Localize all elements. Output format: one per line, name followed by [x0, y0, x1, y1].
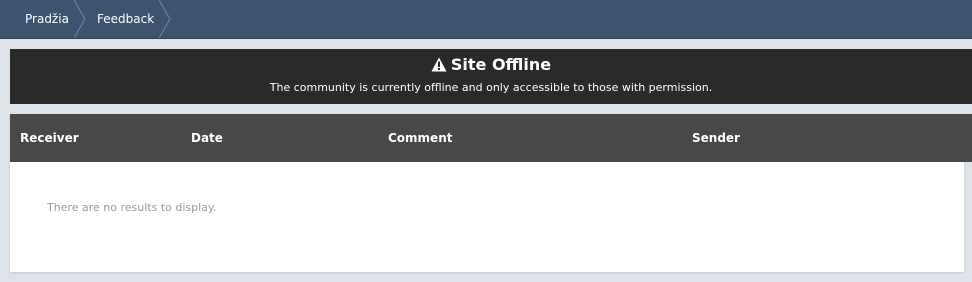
breadcrumb-item-feedback[interactable]: Feedback [97, 0, 154, 38]
breadcrumb: Pradžia Feedback [0, 0, 972, 39]
offline-title-text: Site Offline [450, 55, 552, 74]
empty-results-message: There are no results to display. [47, 201, 217, 214]
feedback-table: Receiver Date Comment Sender There are n… [10, 114, 964, 272]
offline-message: The community is currently offline and o… [269, 81, 713, 94]
warning-icon [431, 57, 447, 72]
breadcrumb-separator [159, 0, 171, 38]
offline-title: Site Offline [10, 54, 972, 76]
column-header-comment[interactable]: Comment [388, 114, 452, 162]
column-header-receiver[interactable]: Receiver [20, 114, 79, 162]
table-header: Receiver Date Comment Sender [10, 114, 964, 162]
table-header-extension [964, 114, 972, 162]
breadcrumb-separator [74, 0, 86, 38]
column-header-sender[interactable]: Sender [692, 114, 740, 162]
site-offline-notice: Site Offline The community is currently … [10, 49, 972, 104]
breadcrumb-item-home[interactable]: Pradžia [25, 0, 69, 38]
column-header-date[interactable]: Date [191, 114, 223, 162]
